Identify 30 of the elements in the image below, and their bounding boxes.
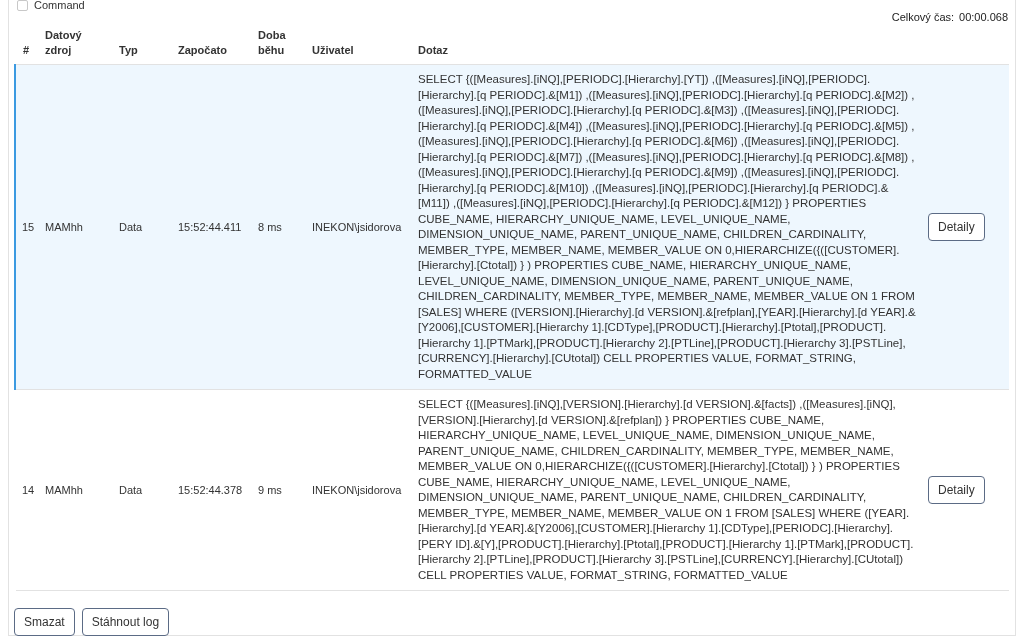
download-log-button[interactable]: Stáhnout log — [81, 608, 170, 636]
type-cell: Data — [119, 484, 143, 496]
query-header: Dotaz — [418, 44, 448, 56]
user-cell: INEKON\jsidorova — [312, 221, 402, 233]
data-source-cell: MAMhh — [45, 221, 83, 233]
row-number: 15 — [22, 221, 35, 233]
duration-header: Doba běhu — [258, 29, 286, 56]
query-text: SELECT {([Measures].[iNQ],[PERIODC].[Hierarchy].[YT]) ,([Measures].[iNQ],[PERIODC].[Hierarchy].[q PERIODC].&[M1]) ,([Measures].[iNQ],[PERIODC].[Hierarchy].[q PERIODC].&[M2]) ,([Measures].[iNQ],[PERIODC].[Hierarchy].[q PERIODC].&[M3]) ,([Measures].[iNQ],[PERIODC].[Hierarchy].[q PERIODC].&[M4]) ,([Measures].[iNQ],[PERIODC].[Hierarchy].[q PERIODC].&[M5]) ,([Measures].[iNQ],[PERIODC].[Hierarchy].[q PERIODC].&[M6]) ,([Measures].[iNQ],[PERIODC].[Hierarchy].[q PERIODC].&[M7]) ,([Measures].[iNQ],[PERIODC].[Hierarchy].[q PERIODC].&[M8]) ,([Measures].[iNQ],[PERIODC].[Hierarchy].[q PERIODC].&[M9]) ,([Measures].[iNQ],[PERIODC].[Hierarchy].[q PERIODC].&[M10]) ,([Measures].[iNQ],[PERIODC].[Hierarchy].[q PERIODC].&[M11]) ,([Measures].[iNQ],[PERIODC].[Hierarchy].[q PERIODC].&[M12]) } PROPERTIES CUBE_NAME, HIERARCHY_UNIQUE_NAME, LEVEL_UNIQUE_NAME, DIMENSION_UNIQUE_NAME, PARENT_UNIQUE_NAME, CHILDREN_CARDINALITY, MEMBER_TYPE, MEMBER_NAME, MEMBER_VALUE ON 0,HIERARCHIZE({([CUSTOMER].[Hierarchy].[Ctotal]) } ) PROPERTIES CUBE_NAME, HIERARCHY_UNIQUE_NAME, LEVEL_UNIQUE_NAME, DIMENSION_UNIQUE_NAME, PARENT_UNIQUE_NAME, CHILDREN_CARDINALITY, MEMBER_TYPE, MEMBER_NAME, MEMBER_VALUE ON 1 FROM [SALES] WHERE ([VERSION].[Hierarchy].[d VERSION].&[refplan],[YEAR].[Hierarchy].[d YEAR].&[Y2006],[CUSTOMER].[Hierarchy 1].[CDType],[PRODUCT].[Hierarchy].[Ptotal],[PRODUCT].[Hierarchy 1].[PTMark],[PRODUCT].[Hierarchy 2].[PTLine],[PRODUCT].[Hierarchy 3].[PSTLine],[CURRENCY].[Hierarchy].[CUtotal]) CELL PROPERTIES VALUE, FORMAT_STRING, FORMATTED_VALUE — [418, 72, 917, 382]
start-time-cell: 15:52:44.411 — [178, 221, 242, 233]
data-source-cell: MAMhh — [45, 484, 83, 496]
type-cell: Data — [119, 221, 143, 233]
start-time-cell: 15:52:44.378 — [178, 484, 243, 496]
row-number-header: # — [23, 44, 30, 56]
total-time-value: 00:00.068 — [959, 11, 1008, 24]
details-button[interactable]: Detaily — [928, 476, 985, 504]
duration-cell: 9 ms — [258, 484, 282, 496]
command-label[interactable]: Command — [34, 0, 85, 11]
type-header: Typ — [119, 44, 138, 56]
query-text: SELECT {([Measures].[iNQ],[VERSION].[Hierarchy].[d VERSION].&[facts]) ,([Measures].[iNQ],[VERSION].[Hierarchy].[d VERSION].&[refplan]) } PROPERTIES CUBE_NAME, HIERARCHY_UNIQUE_NAME, LEVEL_UNIQUE_NAME, DIMENSION_UNIQUE_NAME, PARENT_UNIQUE_NAME, CHILDREN_CARDINALITY, MEMBER_TYPE, MEMBER_NAME, MEMBER_VALUE ON 0,HIERARCHIZE({([CUSTOMER].[Hierarchy].[Ctotal]) } ) PROPERTIES CUBE_NAME, HIERARCHY_UNIQUE_NAME, LEVEL_UNIQUE_NAME, DIMENSION_UNIQUE_NAME, PARENT_UNIQUE_NAME, CHILDREN_CARDINALITY, MEMBER_TYPE, MEMBER_NAME, MEMBER_VALUE ON 1 FROM [SALES] WHERE ([YEAR].[Hierarchy].[d YEAR].&[Y2006],[CUSTOMER].[Hierarchy 1].[CDType],[PERIODC].[Hierarchy].[PERY ID].&[Y],[PRODUCT].[Hierarchy].[Ptotal],[PRODUCT].[Hierarchy 1].[PTMark],[PRODUCT].[Hierarchy 2].[PTLine],[PRODUCT].[Hierarchy 3].[PSTLine],[CURRENCY].[Hierarchy].[CUtotal]) CELL PROPERTIES VALUE, FORMAT_STRING, FORMATTED_VALUE — [418, 397, 915, 583]
row-number: 14 — [22, 484, 35, 496]
details-button[interactable]: Detaily — [928, 213, 985, 241]
user-header: Uživatel — [312, 44, 354, 56]
command-checkbox[interactable] — [17, 0, 28, 11]
total-time-label: Celkový čas: — [891, 11, 955, 24]
data-source-header: Datový zdroj — [45, 29, 82, 56]
duration-cell: 8 ms — [258, 221, 282, 233]
user-cell: INEKON\jsidorova — [312, 484, 402, 496]
delete-button[interactable]: Smazat — [14, 608, 75, 636]
start-header: Započato — [178, 44, 227, 56]
table-row[interactable] — [15, 64, 1009, 390]
